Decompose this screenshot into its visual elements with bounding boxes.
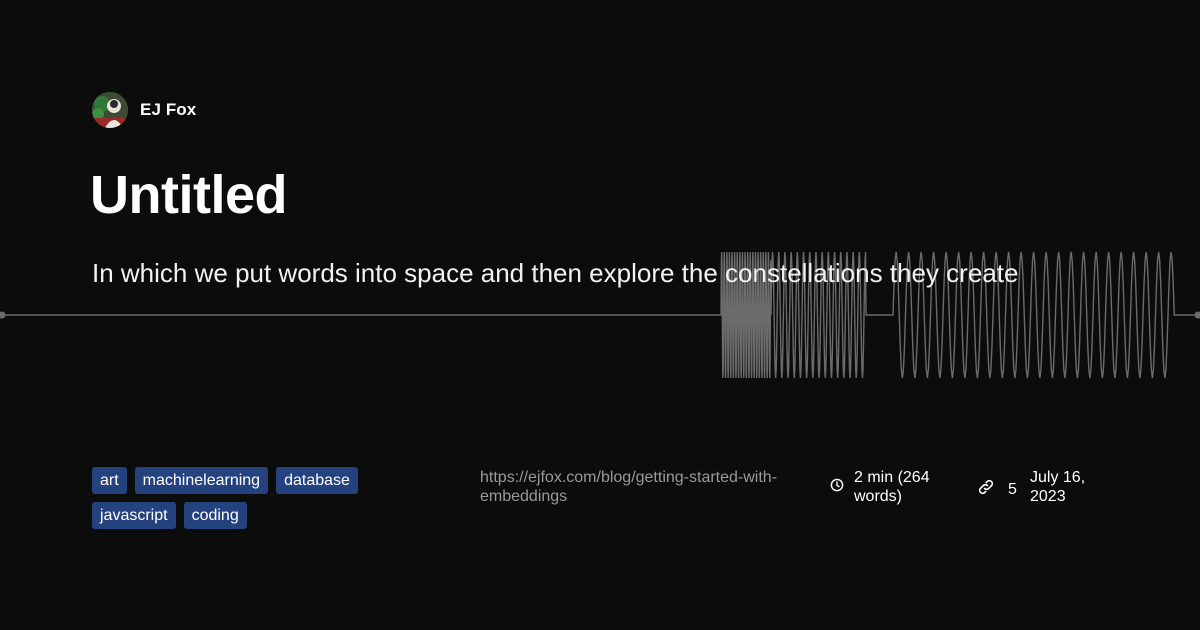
tag-database[interactable]: database	[276, 467, 358, 494]
tag-list: art machinelearning database javascript …	[92, 467, 392, 529]
post-title: Untitled	[90, 165, 287, 225]
post-date: July 16, 2023	[1030, 469, 1086, 505]
reading-time-text: 2 min (264 words)	[854, 469, 930, 505]
post-url[interactable]: https://ejfox.com/blog/getting-started-w…	[480, 468, 800, 506]
tag-coding[interactable]: coding	[183, 502, 247, 529]
link-icon	[976, 477, 996, 502]
reading-time: 2 min (264 words)	[830, 468, 964, 506]
link-count: 5	[976, 477, 1017, 502]
avatar-icon	[92, 92, 128, 128]
tag-machinelearning[interactable]: machinelearning	[134, 467, 269, 494]
link-count-text: 5	[1008, 480, 1017, 498]
author-byline[interactable]: EJ Fox	[92, 92, 196, 128]
author-name[interactable]: EJ Fox	[140, 100, 196, 120]
waveform-start-dot	[0, 311, 6, 319]
avatar[interactable]	[92, 92, 128, 128]
clock-icon	[830, 478, 844, 506]
tag-art[interactable]: art	[92, 467, 127, 494]
waveform-end-dot	[1194, 311, 1200, 319]
tag-javascript[interactable]: javascript	[92, 502, 176, 529]
post-subtitle: In which we put words into space and the…	[92, 258, 1019, 288]
